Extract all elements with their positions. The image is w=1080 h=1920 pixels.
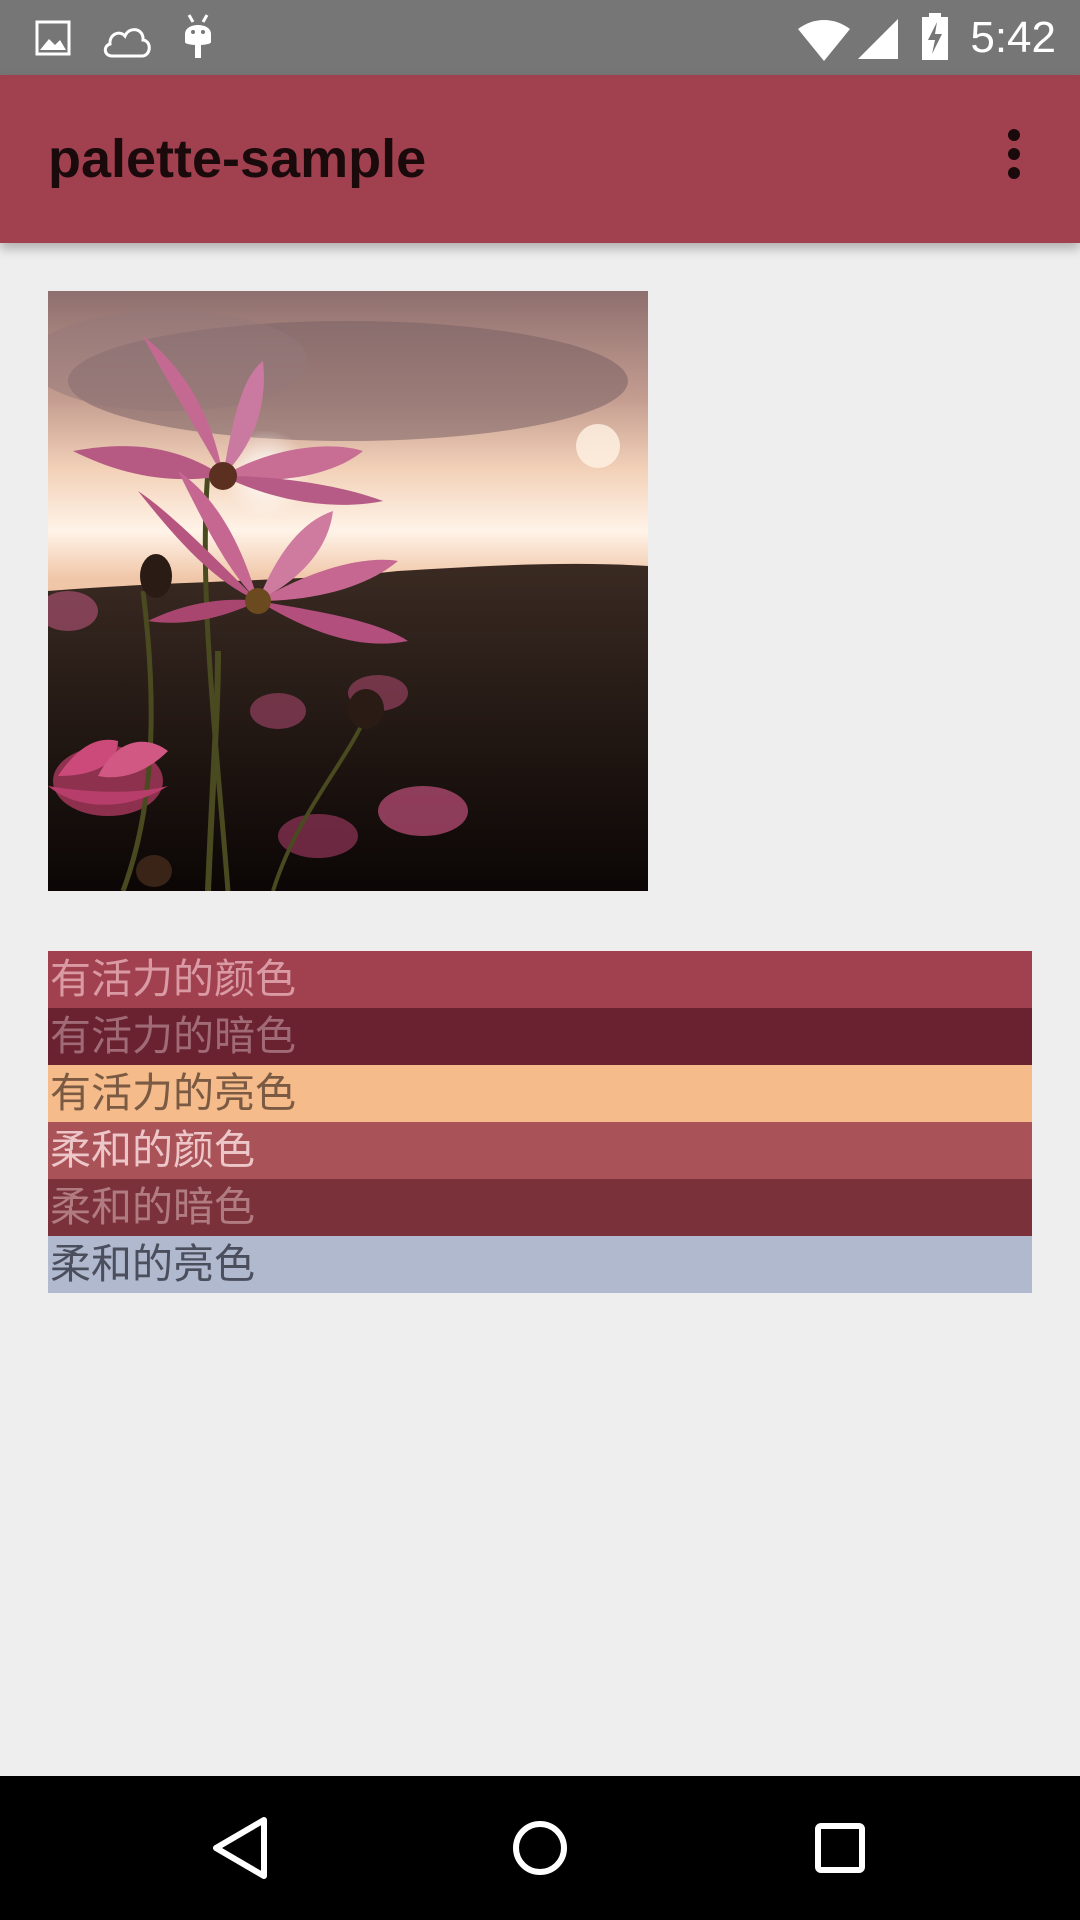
home-icon[interactable]	[500, 1808, 580, 1888]
swatch-muted-dark: 柔和的暗色	[48, 1179, 1032, 1236]
back-icon[interactable]	[200, 1808, 280, 1888]
cell-signal-icon	[858, 19, 898, 59]
flower-photo	[48, 291, 648, 891]
app-title: palette-sample	[48, 129, 427, 189]
swatch-vibrant-dark: 有活力的暗色	[48, 1008, 1032, 1065]
status-bar: 5:42	[0, 0, 1080, 75]
cloud-icon	[103, 28, 151, 58]
recents-icon[interactable]	[800, 1808, 880, 1888]
app-bar: palette-sample	[0, 75, 1080, 243]
swatch-list: 有活力的颜色 有活力的暗色 有活力的亮色 柔和的颜色 柔和的暗色 柔和的亮色	[48, 951, 1032, 1293]
more-vert-icon[interactable]	[978, 119, 1050, 199]
navigation-bar	[0, 1776, 1080, 1920]
android-debug-icon	[185, 14, 211, 58]
swatch-vibrant: 有活力的颜色	[48, 951, 1032, 1008]
battery-charging-icon	[922, 13, 948, 60]
swatch-vibrant-light: 有活力的亮色	[48, 1065, 1032, 1122]
swatch-muted-light: 柔和的亮色	[48, 1236, 1032, 1293]
status-time: 5:42	[970, 13, 1056, 62]
swatch-muted: 柔和的颜色	[48, 1122, 1032, 1179]
wifi-icon	[798, 20, 850, 61]
image-icon	[35, 20, 71, 56]
